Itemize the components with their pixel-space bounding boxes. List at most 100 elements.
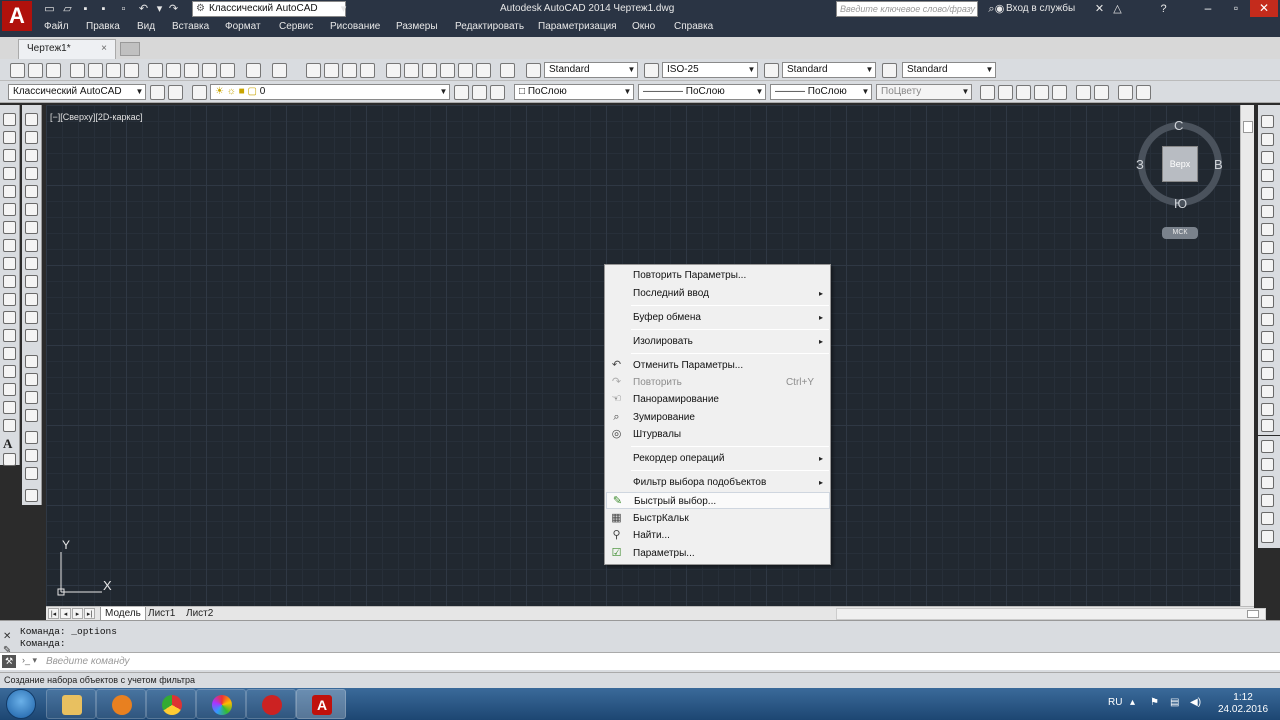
dim-aligned-icon[interactable] xyxy=(25,131,38,144)
line-icon[interactable] xyxy=(3,113,16,126)
close-icon[interactable]: ✕ xyxy=(3,631,11,642)
dim-angular-icon[interactable] xyxy=(25,239,38,252)
dim-jogged-icon[interactable] xyxy=(25,203,38,216)
paste-icon[interactable] xyxy=(184,63,199,78)
qnew-icon[interactable] xyxy=(10,63,25,78)
properties-icon[interactable] xyxy=(386,63,401,78)
first-layout-icon[interactable]: |◂ xyxy=(48,608,59,619)
hatch-icon[interactable] xyxy=(3,365,16,378)
scrollbar-thumb[interactable] xyxy=(1247,610,1259,618)
dim-style-icon[interactable] xyxy=(25,489,38,502)
add-selected-icon[interactable] xyxy=(3,453,16,466)
cut-icon[interactable] xyxy=(148,63,163,78)
close-button[interactable]: ✕ xyxy=(1250,0,1278,17)
break-at-point-icon[interactable] xyxy=(1261,313,1274,326)
dim-diameter-icon[interactable] xyxy=(25,221,38,234)
redo-icon[interactable]: ↷ xyxy=(166,2,181,16)
copy-object-icon[interactable] xyxy=(1261,133,1274,146)
maximize-button[interactable]: ▫ xyxy=(1222,0,1250,17)
linetype-dropdown[interactable]: ———— ПоСлою ▼ xyxy=(638,84,766,100)
offset-icon[interactable] xyxy=(1261,169,1274,182)
connect-icon[interactable]: △ xyxy=(1110,2,1125,16)
circle-icon[interactable] xyxy=(3,221,16,234)
next-layout-icon[interactable]: ▸ xyxy=(72,608,83,619)
stretch-icon[interactable] xyxy=(1261,259,1274,272)
compass-south[interactable]: Ю xyxy=(1174,196,1187,211)
spline-icon[interactable] xyxy=(3,257,16,270)
taskbar-chrome[interactable] xyxy=(146,689,196,719)
save-icon[interactable]: ▪ xyxy=(78,2,93,16)
compass-west[interactable]: З xyxy=(1136,157,1144,172)
help-button[interactable]: ? xyxy=(1156,2,1171,16)
design-center-icon[interactable] xyxy=(404,63,419,78)
help-icon[interactable] xyxy=(500,63,515,78)
menu-modify[interactable]: Редактировать xyxy=(455,21,524,32)
new-tab-button[interactable] xyxy=(120,42,140,56)
3d-print-icon[interactable] xyxy=(124,63,139,78)
menu-view[interactable]: Вид xyxy=(137,21,155,32)
zoom-realtime-icon[interactable] xyxy=(980,85,995,100)
menu-item-find[interactable]: ⚲ Найти... xyxy=(606,527,830,544)
menu-item-steeringwheels[interactable]: ◎ Штурвалы xyxy=(606,426,830,443)
menu-item-repeat-options[interactable]: Повторить Параметры... xyxy=(606,267,830,284)
table-style-dropdown[interactable]: Standard ▼ xyxy=(782,62,876,78)
tab-model[interactable]: Модель xyxy=(100,607,146,621)
dim-style-dropdown[interactable]: ISO-25 ▼ xyxy=(662,62,758,78)
scale-icon[interactable] xyxy=(1261,241,1274,254)
text-style-icon[interactable] xyxy=(526,63,541,78)
construction-line-icon[interactable] xyxy=(3,131,16,144)
clock[interactable]: 1:12 24.02.2016 xyxy=(1218,692,1268,716)
menu-item-zoom[interactable]: ⌕ Зумирование xyxy=(606,409,830,426)
block-editor-icon[interactable] xyxy=(220,63,235,78)
dim-radius-icon[interactable] xyxy=(25,185,38,198)
open-icon[interactable] xyxy=(28,63,43,78)
menu-parametric[interactable]: Параметризация xyxy=(538,21,617,32)
scrollbar-thumb[interactable] xyxy=(1243,121,1253,133)
zoom-center-icon[interactable] xyxy=(1052,85,1067,100)
command-input[interactable]: Введите команду xyxy=(46,656,130,667)
quickcalc-icon[interactable] xyxy=(476,63,491,78)
taskbar-tv[interactable] xyxy=(246,689,296,719)
taskbar-picasa[interactable] xyxy=(196,689,246,719)
workspace-toolbar-dropdown[interactable]: Классический AutoCAD ▼ xyxy=(8,84,146,100)
tool-palettes-icon[interactable] xyxy=(422,63,437,78)
revision-cloud-icon[interactable] xyxy=(3,239,16,252)
chamfer-icon[interactable] xyxy=(1261,367,1274,380)
move-icon[interactable] xyxy=(1261,205,1274,218)
zoom-all-icon[interactable] xyxy=(1118,85,1133,100)
ucs-menu-button[interactable]: МСК xyxy=(1162,227,1198,239)
vertical-scrollbar[interactable] xyxy=(1240,105,1254,606)
dim-baseline-icon[interactable] xyxy=(25,275,38,288)
prev-layout-icon[interactable]: ◂ xyxy=(60,608,71,619)
dim-text-edit-icon[interactable] xyxy=(25,449,38,462)
ellipse-arc-icon[interactable] xyxy=(3,293,16,306)
zoom-scale-icon[interactable] xyxy=(1034,85,1049,100)
layout-icon[interactable] xyxy=(168,85,183,100)
menu-item-subobject-filter[interactable]: Фильтр выбора подобъектов ▸ xyxy=(606,474,830,491)
menu-item-options[interactable]: ☑ Параметры... xyxy=(606,545,830,562)
gradient-icon[interactable] xyxy=(3,383,16,396)
hatch-to-back-icon[interactable] xyxy=(1261,530,1274,543)
tab-layout2[interactable]: Лист2 xyxy=(182,607,217,621)
viewcube-top-face[interactable]: Верх xyxy=(1162,146,1198,182)
menu-item-pan[interactable]: ☜ Панорамирование xyxy=(606,391,830,408)
menu-item-isolate[interactable]: Изолировать ▸ xyxy=(606,333,830,350)
tab-layout1[interactable]: Лист1 xyxy=(144,607,179,621)
make-block-icon[interactable] xyxy=(3,329,16,342)
fillet-icon[interactable] xyxy=(1261,385,1274,398)
menu-item-quickcalc[interactable]: ▦ БыстрКальк xyxy=(606,510,830,527)
jogged-linear-icon[interactable] xyxy=(25,409,38,422)
layer-previous-icon[interactable] xyxy=(472,85,487,100)
publish-icon[interactable] xyxy=(106,63,121,78)
inspection-icon[interactable] xyxy=(25,391,38,404)
match-properties-icon[interactable] xyxy=(202,63,217,78)
menu-dimension[interactable]: Размеры xyxy=(396,21,438,32)
menu-format[interactable]: Формат xyxy=(225,21,261,32)
menu-item-quick-select[interactable]: ✎ Быстрый выбор... xyxy=(606,492,830,509)
undo-icon[interactable]: ↶ xyxy=(136,2,151,16)
multiline-text-icon[interactable]: A xyxy=(3,437,16,450)
exchange-icon[interactable]: ✕ xyxy=(1092,2,1107,16)
viewport-controls[interactable]: [−][Сверху][2D-каркас] xyxy=(50,112,143,122)
app-menu-button[interactable]: A xyxy=(2,1,32,31)
quick-dimension-icon[interactable] xyxy=(25,257,38,270)
